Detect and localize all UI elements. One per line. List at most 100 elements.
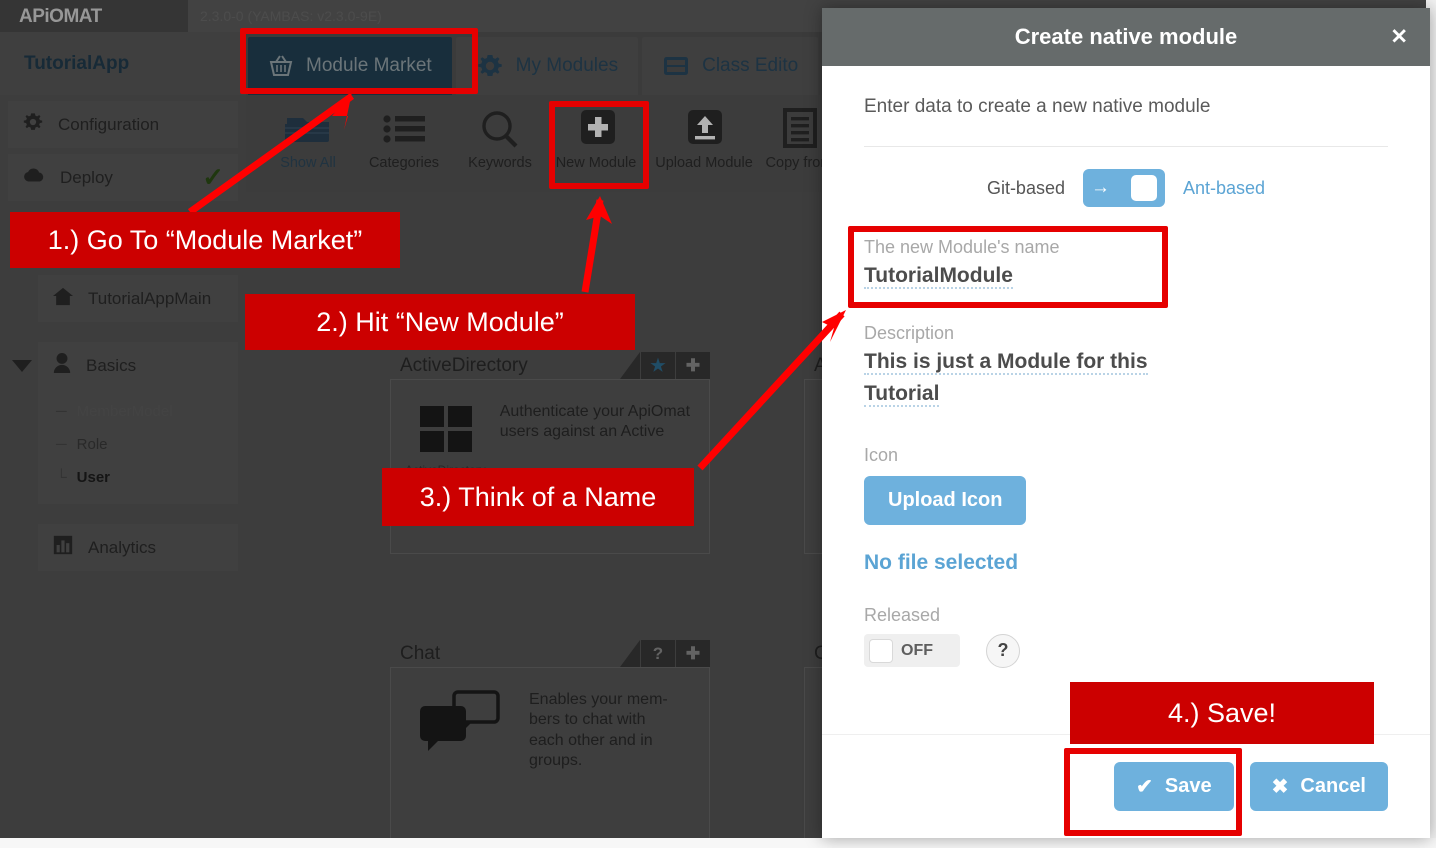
list-icon	[377, 103, 431, 155]
tree-branch-icon: ─	[56, 436, 67, 453]
module-card-header: Chat ? ✚	[390, 640, 710, 667]
callout-step-4: 4.) Save!	[1070, 682, 1374, 744]
windows-icon	[414, 398, 476, 461]
document-icon	[775, 103, 823, 155]
favorite-star-icon[interactable]: ★	[640, 352, 675, 379]
dialog-intro-text: Enter data to create a new native module	[864, 96, 1211, 117]
sidebar-item-tutorialappmain-label: TutorialAppMain	[88, 288, 212, 308]
module-icon-wrap	[405, 686, 515, 823]
dialog-header: Create native module ✕	[822, 8, 1430, 66]
cross-icon: ✖	[1271, 776, 1289, 798]
module-card-header: ActiveDirectory ★ ✚	[390, 352, 710, 379]
chart-icon	[52, 534, 74, 561]
sidebar-item-configuration[interactable]: Configuration	[8, 101, 238, 148]
sidebar-class-tree: ─ MemberModel ─ Role └ User	[38, 389, 238, 504]
tab-class-editor[interactable]: Class Edito	[642, 37, 819, 95]
left-sidebar: Configuration Deploy ✓ TutorialAppMain B…	[0, 95, 246, 838]
dialog-footer: ✔ Save ✖ Cancel	[822, 734, 1430, 838]
module-card-title: Chat	[400, 643, 441, 664]
build-type-toggle[interactable]: →	[1082, 169, 1165, 207]
switch-label-ant[interactable]: Ant-based	[1183, 178, 1265, 199]
module-card-description: Enables your mem-bers to chat with each o…	[529, 691, 668, 770]
cancel-button-label: Cancel	[1300, 775, 1366, 797]
version-label: 2.3.0-0 (YAMBAS: v2.3.0-9E)	[200, 8, 382, 24]
module-card-badges: ★ ✚	[620, 352, 710, 379]
deploy-status-check-icon: ✓	[202, 162, 224, 192]
badge-slope	[620, 640, 640, 667]
toolbar-show-all[interactable]: Show All	[260, 95, 356, 185]
stack-icon	[281, 103, 335, 155]
sidebar-class-user-label: User	[76, 469, 110, 486]
switch-label-git: Git-based	[986, 177, 1065, 198]
toolbar-keywords[interactable]: Keywords	[452, 95, 548, 185]
cloud-icon	[22, 166, 46, 189]
plus-square-icon	[569, 103, 623, 155]
chat-bubble-icon	[414, 686, 506, 763]
toggle-knob	[1130, 175, 1157, 201]
badge-slope	[620, 352, 640, 379]
module-name-field: The new Module's name TutorialModule	[864, 237, 1388, 293]
upload-square-icon	[677, 103, 731, 155]
module-card-title: ActiveDirectory	[400, 355, 528, 376]
sidebar-item-tutorialappmain[interactable]: TutorialAppMain	[38, 275, 238, 322]
build-type-switch-row: Git-based → Ant-based	[864, 147, 1388, 217]
module-description-label: Description	[864, 322, 955, 343]
tab-module-market[interactable]: Module Market	[248, 37, 452, 95]
tab-my-modules-label: My Modules	[515, 55, 619, 76]
module-name-label: The new Module's name	[864, 237, 1060, 257]
sidebar-class-role-label: Role	[76, 436, 108, 453]
sidebar-item-deploy[interactable]: Deploy ✓	[8, 154, 238, 201]
help-question-icon[interactable]: ?	[640, 640, 675, 667]
sidebar-item-configuration-label: Configuration	[58, 114, 160, 134]
toolbar-categories-label: Categories	[368, 155, 440, 171]
module-card[interactable]: Chat ? ✚ Enables your mem- bers to chat …	[390, 640, 710, 838]
file-status-label: No file selected	[864, 550, 1019, 574]
chevron-down-icon[interactable]	[12, 359, 32, 372]
close-icon[interactable]: ✕	[1390, 27, 1408, 48]
user-icon	[52, 352, 72, 379]
sidebar-group-basics-label: Basics	[86, 355, 137, 375]
sidebar-item-analytics[interactable]: Analytics	[38, 524, 238, 571]
module-description-input[interactable]: This is just a Module for this Tutorial	[864, 349, 1148, 408]
callout-step-2: 2.) Hit “New Module”	[245, 294, 635, 350]
search-icon	[473, 103, 527, 155]
sidebar-class-user[interactable]: └ User	[38, 461, 238, 494]
dialog-body: Enter data to create a new native module…	[822, 66, 1430, 734]
cancel-button[interactable]: ✖ Cancel	[1249, 762, 1388, 811]
upload-icon-button[interactable]: Upload Icon	[864, 475, 1027, 525]
app-name-label: TutorialApp	[0, 32, 246, 95]
arrow-right-icon: →	[1090, 177, 1110, 198]
basket-icon	[268, 54, 294, 78]
sidebar-class-role[interactable]: ─ Role	[38, 428, 238, 461]
add-module-plus-icon[interactable]: ✚	[675, 640, 710, 667]
help-question-icon[interactable]: ?	[986, 633, 1020, 668]
home-icon	[52, 286, 74, 311]
page-bottom-chrome	[0, 838, 1436, 848]
tab-my-modules[interactable]: My Modules	[455, 37, 639, 95]
save-button[interactable]: ✔ Save	[1114, 762, 1234, 811]
released-controls: OFF ?	[864, 633, 1388, 668]
module-card-body: Enables your mem-bers to chat with each o…	[390, 667, 710, 838]
released-toggle[interactable]: OFF	[864, 634, 960, 668]
callout-step-3: 3.) Think of a Name	[382, 468, 694, 526]
module-icon-label: Icon	[864, 444, 899, 465]
sidebar-class-membermodel[interactable]: ─ MemberModel	[38, 395, 238, 428]
toggle-knob	[869, 638, 893, 663]
svg-text:APiOMAT: APiOMAT	[19, 6, 103, 27]
toolbar-upload-module[interactable]: Upload Module	[644, 95, 764, 185]
sidebar-item-analytics-label: Analytics	[88, 537, 157, 557]
save-button-label: Save	[1164, 775, 1212, 797]
tree-branch-icon: ─	[56, 403, 67, 420]
gear-icon	[22, 111, 44, 138]
apiomat-logo: APiOMAT	[0, 0, 188, 32]
released-field: Released OFF ?	[864, 605, 1388, 668]
module-name-input[interactable]: TutorialModule	[864, 264, 1013, 289]
toolbar-categories[interactable]: Categories	[356, 95, 452, 185]
released-toggle-state: OFF	[901, 641, 933, 659]
callout-step-1: 1.) Go To “Module Market”	[10, 212, 400, 268]
sidebar-group-basics[interactable]: Basics	[12, 342, 238, 389]
toolbar-new-module[interactable]: New Module	[548, 95, 644, 185]
add-module-plus-icon[interactable]: ✚	[675, 352, 710, 379]
